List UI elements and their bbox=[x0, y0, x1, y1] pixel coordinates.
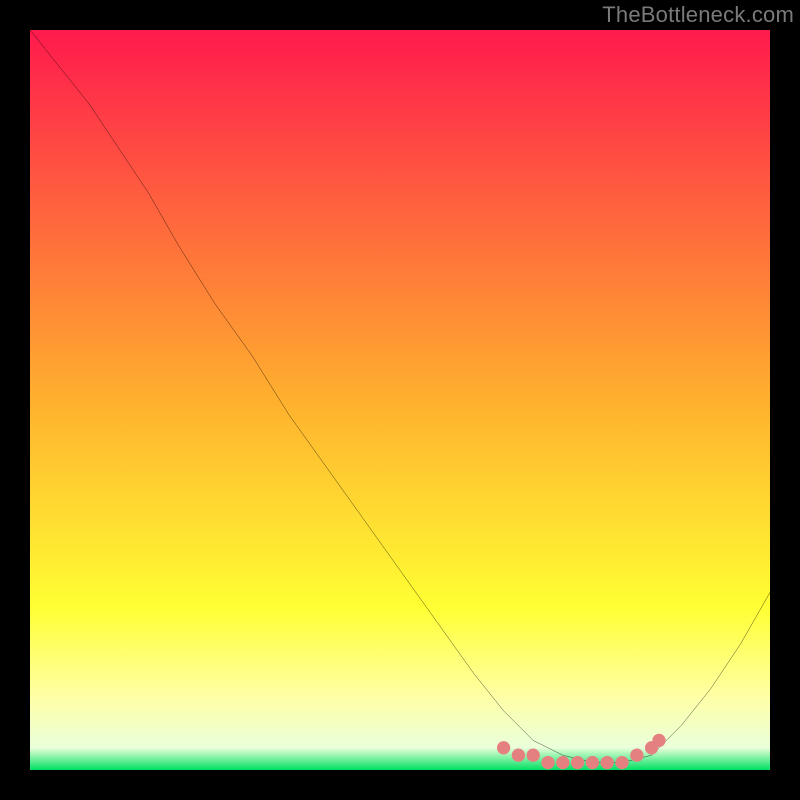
highlight-dot bbox=[556, 756, 569, 769]
highlight-dot bbox=[586, 756, 599, 769]
highlight-dot bbox=[601, 756, 614, 769]
watermark-text: TheBottleneck.com bbox=[602, 2, 794, 28]
highlight-dot bbox=[615, 756, 628, 769]
highlight-dot bbox=[630, 749, 643, 762]
gradient-background bbox=[30, 30, 770, 770]
highlight-dot bbox=[527, 749, 540, 762]
highlight-dot bbox=[497, 741, 510, 754]
highlight-dot bbox=[571, 756, 584, 769]
highlight-dot bbox=[541, 756, 554, 769]
chart-container: TheBottleneck.com bbox=[0, 0, 800, 800]
highlight-dot bbox=[652, 734, 665, 747]
bottleneck-chart bbox=[30, 30, 770, 770]
highlight-dot bbox=[512, 749, 525, 762]
plot-frame bbox=[30, 30, 770, 770]
